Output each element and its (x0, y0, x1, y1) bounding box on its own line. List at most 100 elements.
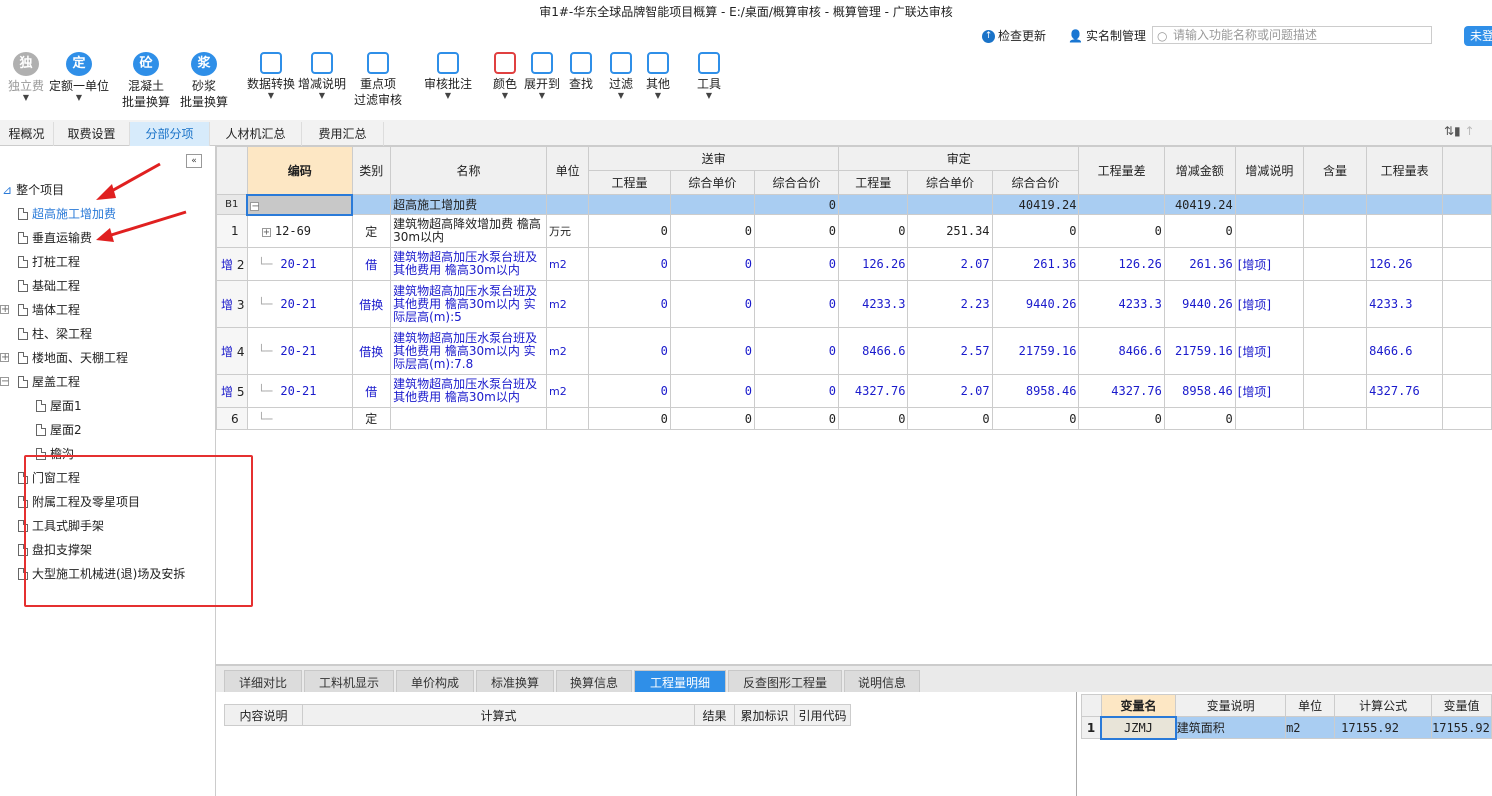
tree-item[interactable]: 基础工程 (18, 276, 80, 296)
cell-amt_diff[interactable]: 261.36 (1163, 247, 1236, 281)
var-value[interactable]: 17155.92 (1431, 716, 1492, 739)
tree-item[interactable]: 屋面2 (36, 420, 82, 440)
cell-a_qty[interactable]: 4327.76 (837, 374, 909, 408)
cell-s_total[interactable]: 0 (753, 247, 840, 281)
cell-s_price[interactable]: 0 (669, 327, 755, 375)
var-unit[interactable]: m2 (1285, 716, 1336, 739)
cell-a_price[interactable]: 2.07 (907, 374, 993, 408)
cell-a_qty[interactable]: 0 (837, 407, 909, 430)
cell-s_total[interactable]: 0 (753, 280, 840, 328)
var-col[interactable]: 变量名 (1100, 694, 1177, 717)
tree-item[interactable]: 屋面1 (36, 396, 82, 416)
collapse-icon[interactable]: − (250, 201, 260, 211)
sub-col[interactable]: 工程量 (837, 170, 909, 195)
col-name[interactable]: 名称 (390, 146, 548, 195)
tree-item[interactable]: 墙体工程 (18, 300, 80, 320)
tab-1[interactable]: 取费设置 (54, 122, 130, 146)
ribbon-button-9[interactable]: 展开到 ▼ (520, 52, 564, 100)
tab-0[interactable]: 程概况 (0, 122, 54, 146)
tab-2[interactable]: 分部分项 (130, 122, 210, 146)
ribbon-button-7[interactable]: 审核批注 ▼ (420, 52, 476, 100)
row-name[interactable]: 建筑物超高加压水泵台班及其他费用 檐高30m以内 (390, 374, 548, 408)
cell-a_total[interactable]: 21759.16 (991, 327, 1080, 375)
tree-item[interactable]: 屋盖工程 (18, 372, 80, 392)
ribbon-button-4[interactable]: 数据转换 ▼ (244, 52, 298, 100)
var-row[interactable]: 1 JZMJ 建筑面积 m2 17155.92 17155.92 (1081, 715, 1492, 740)
row-note[interactable] (1234, 407, 1304, 430)
table-row[interactable]: 增 2 └─ 20-21 借建筑物超高加压水泵台班及其他费用 檐高30m以内 m2 0 0 0… (216, 247, 1492, 281)
row-code[interactable]: └─ 20-21 (246, 280, 353, 328)
bottom-tab-7[interactable]: 说明信息 (844, 670, 920, 694)
col-type[interactable]: 类别 (351, 146, 392, 195)
row-code[interactable]: └─ 20-21 (246, 247, 353, 281)
row-type[interactable]: 借 (351, 247, 392, 281)
row-code[interactable]: +12-69 (246, 214, 353, 248)
ribbon-button-0[interactable]: 独独立费 ▼ (4, 52, 48, 102)
cell-s_total[interactable]: 0 (753, 327, 840, 375)
bottom-tab-6[interactable]: 反查图形工程量 (728, 670, 842, 694)
row-unit[interactable] (546, 407, 590, 430)
bottom-tab-2[interactable]: 单价构成 (396, 670, 474, 694)
section-row[interactable]: B1− 超高施工增加费 0 40419.24 40419.24 (216, 193, 1492, 216)
row-name[interactable] (390, 407, 548, 430)
row-name[interactable]: 建筑物超高加压水泵台班及其他费用 檐高30m以内 (390, 247, 548, 281)
tab-4[interactable]: 费用汇总 (302, 122, 384, 146)
ribbon-button-5[interactable]: 增减说明 ▼ (296, 52, 348, 100)
detail-col[interactable]: 累加标识 (734, 704, 795, 726)
row-expr[interactable] (1366, 407, 1444, 430)
tab-3[interactable]: 人材机汇总 (210, 122, 302, 146)
row-unit[interactable]: 万元 (546, 214, 590, 248)
row-unit[interactable]: m2 (546, 327, 590, 375)
row-content[interactable] (1302, 247, 1368, 281)
cell-amt_diff[interactable]: 8958.46 (1163, 374, 1236, 408)
var-col[interactable]: 变量值 (1431, 694, 1492, 717)
cell-s_qty[interactable]: 0 (588, 247, 671, 281)
sub-col[interactable]: 综合单价 (907, 170, 993, 195)
row-note[interactable]: [增项] (1234, 247, 1304, 281)
sub-col[interactable]: 综合合价 (753, 170, 840, 195)
row-expr[interactable] (1366, 214, 1444, 248)
row-content[interactable] (1302, 407, 1368, 430)
login-button[interactable]: 未登 (1464, 26, 1492, 46)
cell-s_price[interactable]: 0 (669, 247, 755, 281)
col-code[interactable]: 编码 (246, 146, 353, 195)
col-diff-note[interactable]: 增减说明 (1234, 146, 1304, 195)
row-type[interactable]: 借换 (351, 280, 392, 328)
ribbon-button-11[interactable]: 过滤 ▼ (604, 52, 638, 100)
cell-s_total[interactable]: 0 (753, 214, 840, 248)
cell-amt_diff[interactable]: 0 (1163, 407, 1236, 430)
expand-icon[interactable]: + (261, 228, 271, 238)
cell-qty_diff[interactable]: 4327.76 (1078, 374, 1165, 408)
bottom-tab-1[interactable]: 工料机显示 (304, 670, 394, 694)
tree-item[interactable]: ⊿ 整个项目 (2, 180, 64, 200)
realname-button[interactable]: 👤 实名制管理 (1068, 27, 1146, 45)
cell-qty_diff[interactable]: 8466.6 (1078, 327, 1165, 375)
col-qty-diff[interactable]: 工程量差 (1078, 146, 1165, 195)
cell-a_qty[interactable]: 126.26 (837, 247, 909, 281)
row-expr[interactable]: 8466.6 (1366, 327, 1444, 375)
detail-col[interactable]: 结果 (694, 704, 735, 726)
row-note[interactable]: [增项] (1234, 327, 1304, 375)
ribbon-button-6[interactable]: 重点项 过滤审核 (352, 52, 404, 108)
expand-icon[interactable]: + (0, 305, 9, 315)
row-name[interactable]: 建筑物超高加压水泵台班及其他费用 檐高30m以内 实际层高(m):5 (390, 280, 548, 328)
cell-a_total[interactable]: 0 (991, 214, 1080, 248)
sort-icon[interactable]: ⇅▮ ↑ (1444, 124, 1475, 138)
cell-a_total[interactable]: 9440.26 (991, 280, 1080, 328)
cell-a_qty[interactable]: 8466.6 (837, 327, 909, 375)
row-type[interactable]: 定 (351, 214, 392, 248)
cell-amt_diff[interactable]: 0 (1163, 214, 1236, 248)
col-unit[interactable]: 单位 (546, 146, 590, 195)
table-row[interactable]: 6 └─ 定 0 0 0 0 0 0 0 0 (216, 407, 1492, 430)
var-formula[interactable]: 17155.92 (1334, 716, 1432, 739)
col-amount-diff[interactable]: 增减金额 (1163, 146, 1236, 195)
cell-s_qty[interactable]: 0 (588, 280, 671, 328)
ribbon-button-8[interactable]: 颜色 ▼ (488, 52, 522, 100)
cell-a_price[interactable]: 0 (907, 407, 993, 430)
bottom-tab-4[interactable]: 换算信息 (556, 670, 632, 694)
col-qty-expr[interactable]: 工程量表 (1366, 146, 1444, 195)
cell-qty_diff[interactable]: 126.26 (1078, 247, 1165, 281)
expand-icon[interactable]: + (0, 353, 9, 363)
cell-a_price[interactable]: 2.07 (907, 247, 993, 281)
row-type[interactable]: 定 (351, 407, 392, 430)
